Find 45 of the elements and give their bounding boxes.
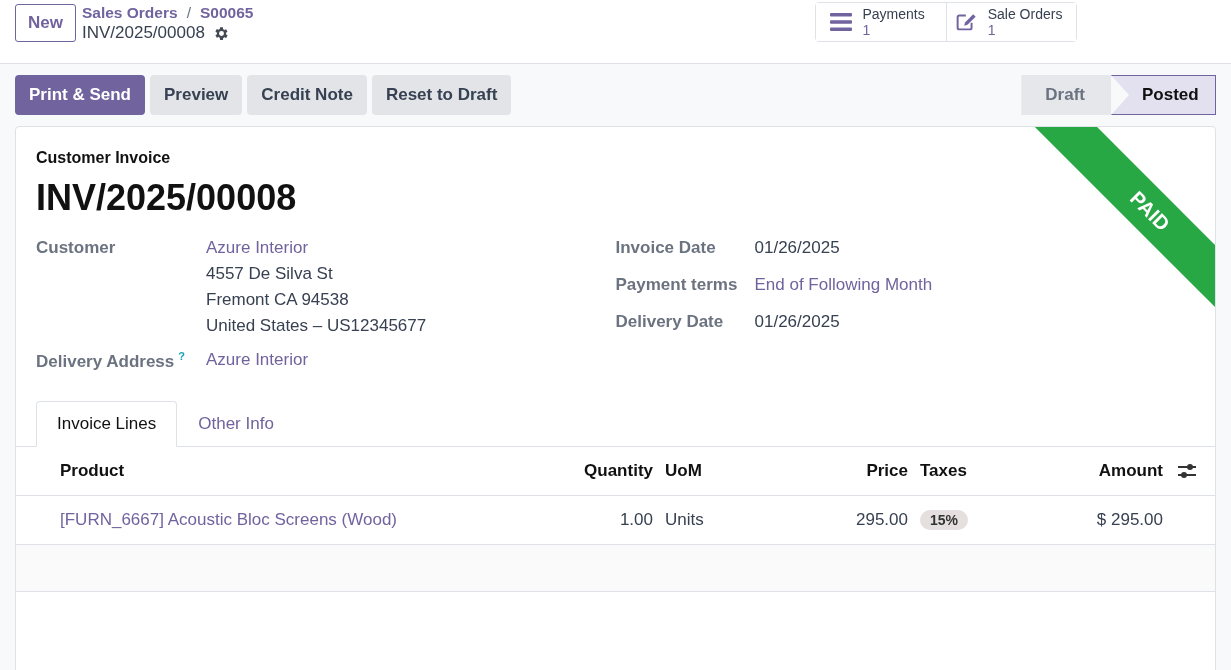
record-title: INV/2025/00008 (81, 23, 205, 43)
field-link[interactable]: End of Following Month (754, 275, 933, 295)
product-link[interactable]: [FURN_6667] Acoustic Bloc Screens (Wood) (54, 509, 545, 530)
status-stage[interactable]: Posted (1111, 75, 1216, 115)
pencil-square-icon (956, 11, 978, 33)
column-header[interactable]: Quantity (545, 460, 659, 481)
settings-icon[interactable] (212, 24, 230, 42)
breadcrumb-separator: / (186, 4, 191, 22)
field-value: 01/26/2025 (754, 238, 840, 258)
action-button[interactable]: Preview (150, 75, 243, 115)
tab[interactable]: Other Info (177, 400, 295, 447)
field-link[interactable]: Azure Interior (206, 350, 309, 370)
address-line: Fremont CA 94538 (206, 290, 350, 310)
field-label: Invoice Date (615, 238, 717, 258)
document-type: Customer Invoice (36, 149, 172, 167)
column-header[interactable]: Price (795, 460, 914, 481)
column-header[interactable]: Amount (1035, 460, 1169, 481)
address-line: United States – US12345677 (206, 316, 427, 336)
column-header[interactable]: UoM (659, 460, 795, 481)
address-line: 4557 De Silva St (206, 264, 334, 284)
table-cell-text: $ 295.00 (1095, 509, 1164, 530)
action-button[interactable]: Print & Send (15, 75, 145, 115)
action-button[interactable]: Reset to Draft (371, 75, 512, 115)
column-header[interactable]: Product (54, 460, 545, 481)
field-label: Delivery Date (615, 312, 725, 332)
document-number: INV/2025/00008 (36, 177, 297, 219)
new-button[interactable]: New (15, 4, 76, 42)
field-label: Customer (36, 238, 117, 259)
breadcrumb-link[interactable]: Sales Orders (81, 4, 178, 22)
field-value: 01/26/2025 (754, 312, 840, 332)
table-cell-text: 295.00 (855, 509, 909, 530)
table-cell-text: 1.00 (618, 509, 654, 530)
status-stage[interactable]: Draft (1021, 75, 1111, 115)
action-button[interactable]: Credit Note (247, 75, 367, 115)
sliders-icon[interactable] (1178, 462, 1196, 479)
field-label: Delivery Address $^{?}$ (36, 350, 186, 372)
field-label: Payment terms (615, 275, 739, 295)
tax-tag: 15% (920, 509, 969, 530)
breadcrumb-link[interactable]: S00065 (199, 4, 254, 22)
table-cell-text: Units (664, 509, 705, 530)
field-link[interactable]: Azure Interior (206, 238, 427, 258)
list-icon (830, 12, 853, 32)
tab[interactable]: Invoice Lines (36, 400, 178, 447)
column-header[interactable]: Taxes (914, 460, 1035, 481)
smart-button[interactable]: Sale Orders 1 (946, 3, 1077, 41)
